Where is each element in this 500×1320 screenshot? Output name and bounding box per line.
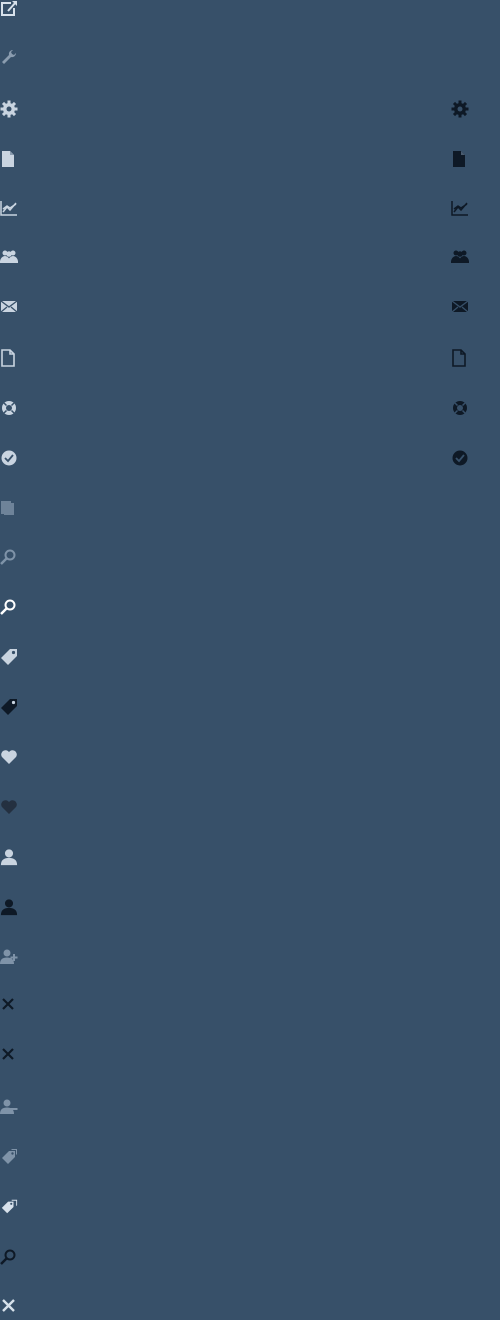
document-outline-dark-icon[interactable]: [451, 349, 469, 367]
clock-check-icon[interactable]: [0, 449, 18, 467]
users-icon[interactable]: [0, 248, 18, 266]
chart-icon[interactable]: [0, 199, 18, 217]
gear-icon[interactable]: [0, 100, 18, 118]
users-dark-icon[interactable]: [451, 248, 469, 266]
close-icon[interactable]: [0, 1297, 18, 1315]
clock-check-dark-icon[interactable]: [451, 449, 469, 467]
wrench-icon[interactable]: [0, 48, 18, 66]
document-outline-icon[interactable]: [0, 349, 18, 367]
lifebuoy-icon[interactable]: [0, 399, 18, 417]
mail-dark-icon[interactable]: [451, 298, 469, 316]
tag-dark-icon[interactable]: [0, 698, 18, 716]
search-light-icon[interactable]: [0, 548, 18, 566]
heart-icon[interactable]: [0, 748, 18, 766]
document-dark-icon[interactable]: [451, 150, 469, 168]
lifebuoy-dark-icon[interactable]: [451, 399, 469, 417]
user-icon[interactable]: [0, 848, 18, 866]
close-dark-icon[interactable]: [0, 996, 18, 1014]
search-dark-icon[interactable]: [0, 1248, 18, 1266]
user-remove-icon[interactable]: [0, 1098, 18, 1116]
external-link-icon[interactable]: [0, 0, 18, 18]
chart-dark-icon[interactable]: [451, 199, 469, 217]
search-icon[interactable]: [0, 598, 18, 616]
heart-dark-icon[interactable]: [0, 798, 18, 816]
tags-icon[interactable]: [0, 1198, 18, 1216]
mail-icon[interactable]: [0, 298, 18, 316]
document-icon[interactable]: [0, 150, 18, 168]
user-dark-icon[interactable]: [0, 898, 18, 916]
close-dark-icon[interactable]: [0, 1046, 18, 1064]
pages-icon[interactable]: [0, 498, 18, 516]
gear-dark-icon[interactable]: [451, 100, 469, 118]
tag-icon[interactable]: [0, 648, 18, 666]
user-add-icon[interactable]: [0, 948, 18, 966]
tags-light-icon[interactable]: [0, 1148, 18, 1166]
